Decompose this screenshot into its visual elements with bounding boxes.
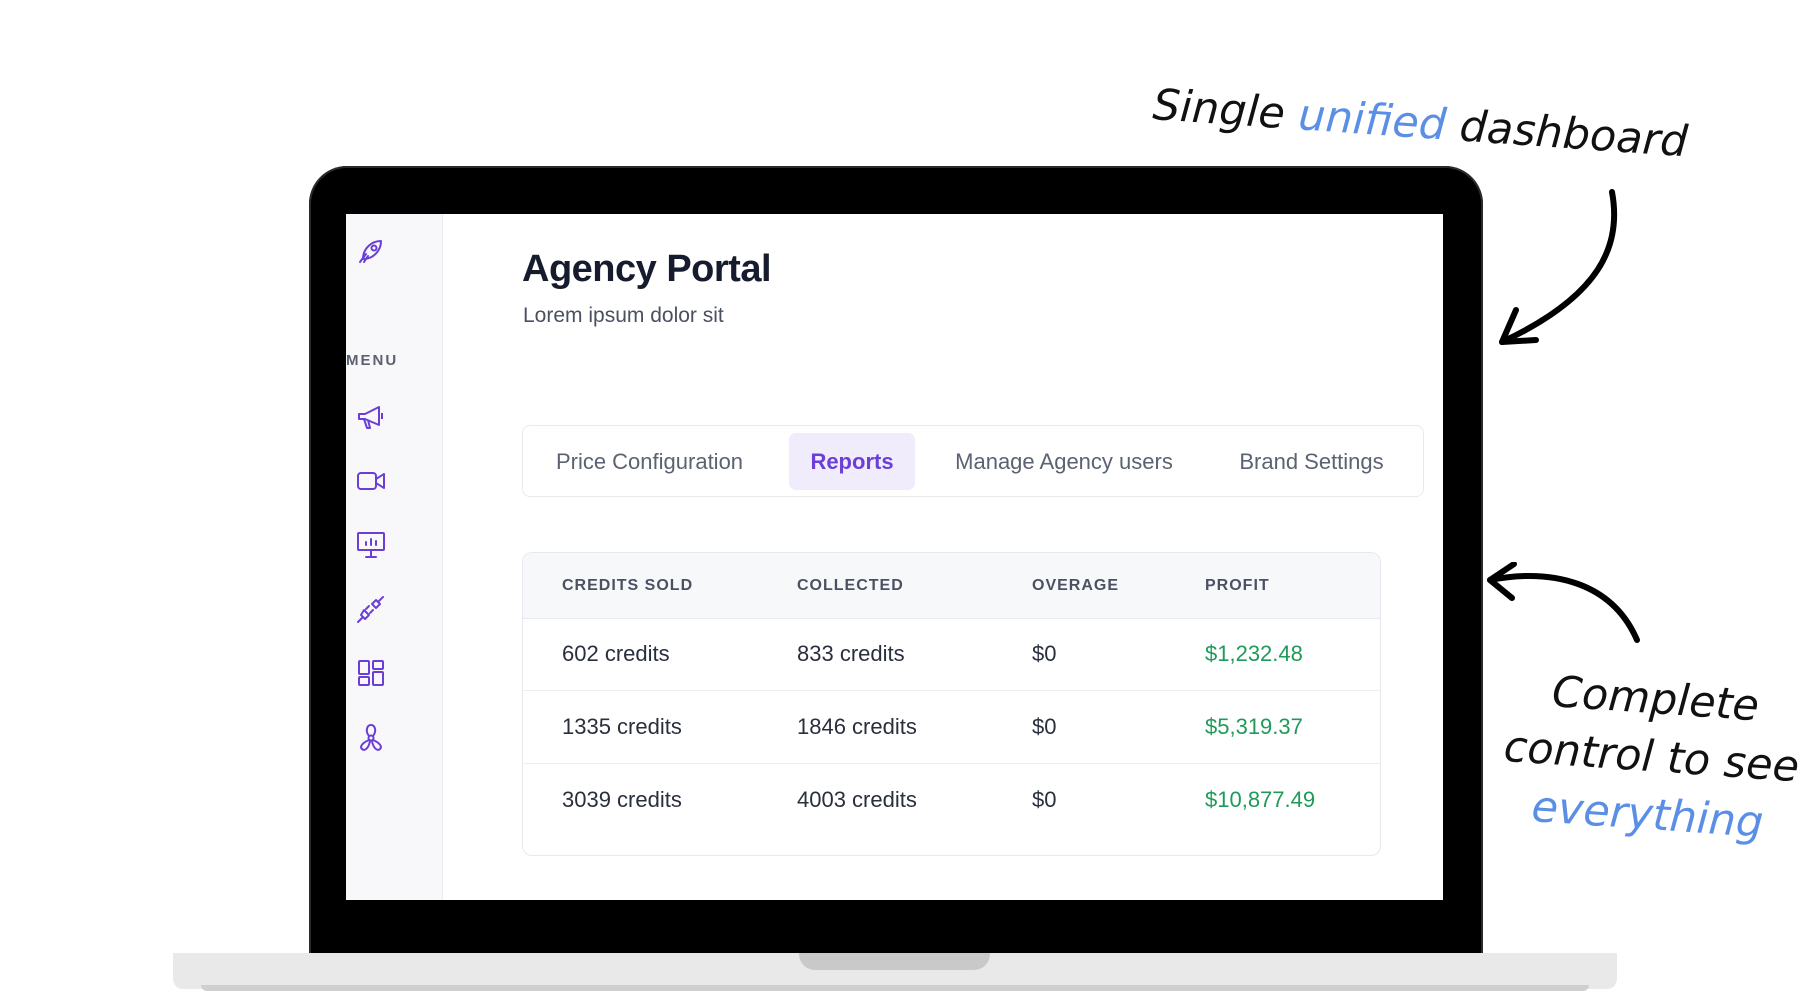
dashboard-icon[interactable] — [354, 656, 388, 690]
table-row: 3039 credits 4003 credits $0 $10,877.49 — [523, 764, 1380, 836]
table-cell: 602 credits — [562, 641, 670, 666]
plug-icon[interactable] — [354, 592, 388, 626]
page-title: Agency Portal — [522, 248, 772, 290]
table-cell: $0 — [1032, 641, 1057, 666]
video-icon[interactable] — [354, 464, 388, 498]
sidebar: MENU — [346, 214, 443, 900]
annotation-text: Single — [1151, 80, 1301, 141]
menu-label: MENU — [346, 352, 399, 369]
table-cell: 1335 credits — [562, 714, 682, 739]
rocket-icon[interactable] — [354, 234, 388, 268]
tab-bar: Price Configuration Reports Manage Agenc… — [522, 425, 1424, 497]
table-cell: 4003 credits — [797, 787, 917, 812]
table-cell: 1846 credits — [797, 714, 917, 739]
tab-reports[interactable]: Reports — [789, 433, 915, 490]
table-cell: $1,232.48 — [1205, 641, 1303, 666]
reports-table: CREDITS SOLD COLLECTED OVERAGE PROFIT 60… — [522, 552, 1381, 856]
laptop-notch — [799, 953, 990, 970]
fan-icon[interactable] — [354, 720, 388, 754]
tab-manage-agency-users[interactable]: Manage Agency users — [941, 433, 1187, 490]
table-row: 602 credits 833 credits $0 $1,232.48 — [523, 618, 1380, 691]
table-row: 1335 credits 1846 credits $0 $5,319.37 — [523, 691, 1380, 764]
tab-brand-settings[interactable]: Brand Settings — [1211, 433, 1412, 490]
table-cell: 833 credits — [797, 641, 905, 666]
annotation-text: dashboard — [1444, 100, 1690, 168]
laptop-base-shadow — [201, 985, 1589, 991]
table-cell: $5,319.37 — [1205, 714, 1303, 739]
table-cell: $10,877.49 — [1205, 787, 1316, 812]
presentation-icon[interactable] — [354, 528, 388, 562]
column-header: CREDITS SOLD — [562, 577, 694, 594]
annotation-highlight: unified — [1296, 90, 1448, 151]
tab-price-configuration[interactable]: Price Configuration — [535, 433, 764, 490]
annotation-unified-dashboard: Single unified dashboard — [1151, 80, 1689, 167]
table-cell: 3039 credits — [562, 787, 682, 812]
annotation-complete-control: Complete control to see everything — [1498, 660, 1800, 854]
column-header: COLLECTED — [797, 577, 904, 594]
page-subtitle: Lorem ipsum dolor sit — [523, 304, 724, 327]
app-screen: MENU Agency Portal Lorem ipsum dolor sit… — [346, 214, 1443, 900]
column-header: OVERAGE — [1032, 577, 1120, 594]
curved-arrow-icon — [1499, 189, 1618, 345]
megaphone-icon[interactable] — [354, 400, 388, 434]
table-cell: $0 — [1032, 714, 1057, 739]
table-cell: $0 — [1032, 787, 1057, 812]
curved-arrow-icon — [1487, 562, 1640, 643]
column-header: PROFIT — [1205, 577, 1270, 594]
table-header: CREDITS SOLD COLLECTED OVERAGE PROFIT — [523, 553, 1380, 619]
